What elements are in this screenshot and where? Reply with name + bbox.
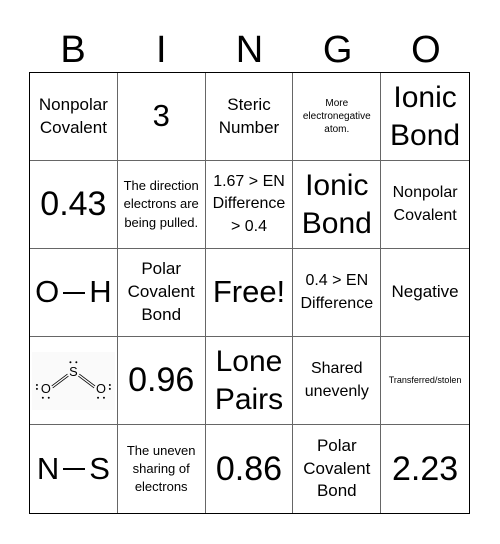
atom-label: O [35, 274, 60, 310]
cell-text: Shared unevenly [304, 360, 369, 400]
cell-text: 0.86 [215, 449, 283, 488]
bingo-cell[interactable]: Negative [381, 249, 469, 337]
bond-diagram: OH [35, 274, 112, 310]
single-bond-line [63, 468, 86, 470]
header-letter-i: I [156, 29, 167, 71]
bingo-cell[interactable]: 0.96 [117, 337, 206, 425]
bingo-cell[interactable]: Polar Covalent Bond [293, 425, 382, 513]
svg-text:O: O [41, 380, 51, 395]
so2-lewis-structure-image: S O O [32, 351, 115, 410]
bingo-cell[interactable]: 0.86 [206, 425, 294, 513]
cell-text: 0.43 [40, 185, 107, 224]
bingo-cell[interactable]: OH [30, 249, 118, 337]
bingo-cell[interactable]: Lone Pairs [205, 337, 294, 425]
cell-text: The uneven sharing of electrons [126, 442, 196, 495]
bingo-cell[interactable]: Ionic Bond [381, 73, 469, 161]
bond-diagram: NS [36, 450, 110, 487]
cell-text: The direction electrons are being pulled… [123, 178, 199, 230]
bingo-cell[interactable]: 1.67 > EN Difference > 0.4 [205, 161, 294, 249]
cell-text: Free! [212, 274, 286, 310]
bingo-cell[interactable]: Nonpolar Covalent [30, 73, 118, 161]
bingo-cell[interactable]: Steric Number [205, 73, 294, 161]
cell-text: 1.67 > EN Difference > 0.4 [212, 172, 286, 235]
atom-label: S [89, 450, 110, 486]
cell-text: Negative [391, 282, 459, 302]
cell-text: Nonpolar Covalent [38, 94, 108, 137]
bingo-cell[interactable]: NS [30, 425, 118, 513]
bingo-cell[interactable]: Transferred/stolen [381, 337, 469, 425]
cell-text: Polar Covalent Bond [303, 435, 371, 501]
bingo-cell[interactable]: Ionic Bond [293, 161, 382, 249]
bingo-cell[interactable]: More electronegative atom. [293, 73, 382, 161]
bingo-grid: Nonpolar Covalent 3 Steric Number More elec… [29, 72, 470, 514]
header-letter-b: B [60, 29, 86, 71]
bingo-cell[interactable]: Polar Covalent Bond [117, 249, 206, 337]
bingo-cell[interactable]: Shared unevenly [293, 337, 382, 425]
svg-text:O: O [96, 380, 106, 395]
cell-text: Lone Pairs [214, 345, 284, 416]
cell-text: Transferred/stolen [388, 375, 462, 386]
header-letter-o: O [411, 29, 441, 71]
bingo-cell[interactable]: The direction electrons are being pulled… [117, 161, 206, 249]
cell-text: Ionic Bond [301, 169, 372, 240]
cell-text: Steric Number [218, 94, 280, 137]
bingo-cell[interactable]: 2.23 [381, 425, 469, 513]
bingo-cell[interactable]: 0.4 > EN Difference [293, 249, 382, 337]
header-letter-n: N [235, 29, 264, 71]
cell-text: More electronegative atom. [302, 98, 371, 135]
bingo-cell[interactable]: The uneven sharing of electrons [118, 425, 206, 513]
bingo-header: B I N G O [29, 28, 470, 72]
bingo-cell[interactable]: 3 [117, 73, 206, 161]
free-space-cell[interactable]: Free! [205, 249, 294, 337]
single-bond-line [63, 291, 86, 294]
bingo-cell[interactable]: S O O [30, 337, 118, 425]
cell-text: Nonpolar Covalent [392, 184, 458, 224]
header-letter-g: G [322, 29, 353, 71]
svg-text:S: S [69, 364, 78, 379]
cell-text: 2.23 [392, 449, 459, 488]
atom-label: H [89, 274, 112, 310]
cell-text: Polar Covalent Bond [127, 259, 195, 324]
atom-label: N [36, 450, 60, 486]
bingo-cell[interactable]: 0.43 [30, 161, 118, 249]
cell-text: 0.96 [128, 361, 195, 400]
cell-text: 3 [152, 98, 170, 134]
cell-text: Ionic Bond [390, 81, 461, 152]
cell-text: 0.4 > EN Difference [300, 272, 374, 312]
bingo-cell[interactable]: Nonpolar Covalent [381, 161, 469, 249]
